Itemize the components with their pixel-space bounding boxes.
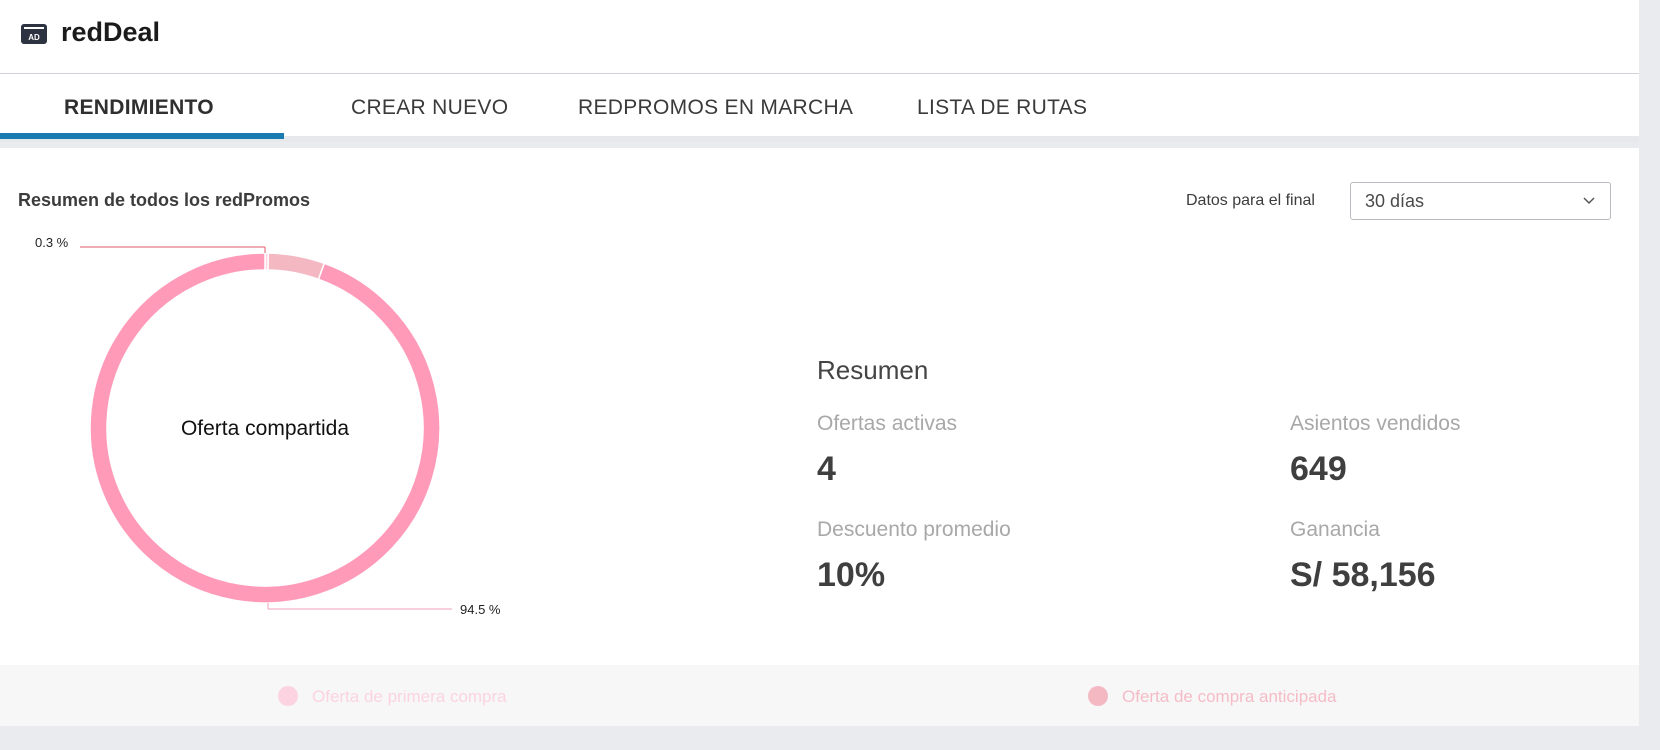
- summary-title: Resumen: [817, 355, 929, 385]
- stat-label-ofertas-activas: Ofertas activas: [817, 412, 958, 435]
- tab-lista-de-rutas[interactable]: LISTA DE RUTAS: [917, 96, 1087, 120]
- donut-chart: 0.3 % 94.5 % Oferta compartida: [35, 235, 501, 617]
- chevron-down-icon: [1583, 197, 1595, 205]
- stat-value-asientos-vendidos: 649: [1290, 450, 1347, 488]
- stat-value-ofertas-activas: 4: [817, 450, 836, 488]
- slice-oferta-de-compra-anticipada: [267, 252, 326, 281]
- slice-label-primera-compra: 0.3 %: [35, 235, 69, 250]
- app-title: redDeal: [61, 17, 161, 47]
- stat-value-descuento-promedio: 10%: [817, 556, 886, 594]
- tab-bar: RENDIMIENTO CREAR NUEVO REDPROMOS EN MAR…: [0, 74, 1639, 142]
- range-dropdown[interactable]: 30 días: [1350, 182, 1611, 220]
- legend-label: Oferta de compra anticipada: [1122, 687, 1337, 706]
- performance-panel: Resumen de todos los redPromos Datos par…: [0, 148, 1639, 726]
- legend-dot: [278, 686, 298, 706]
- range-label: Datos para el final: [1186, 192, 1315, 209]
- tab-redpromos-en-marcha[interactable]: REDPROMOS EN MARCHA: [578, 96, 853, 120]
- active-tab-indicator: [0, 133, 284, 139]
- donut-center-label: Oferta compartida: [181, 417, 349, 440]
- stat-label-asientos-vendidos: Asientos vendidos: [1290, 412, 1461, 435]
- logo-text: AD: [28, 33, 40, 42]
- range-selected-value: 30 días: [1365, 191, 1425, 211]
- stat-label-descuento-promedio: Descuento promedio: [817, 518, 1011, 541]
- stat-label-ganancia: Ganancia: [1290, 518, 1380, 541]
- slice-label-compartida: 94.5 %: [460, 602, 501, 617]
- tab-rendimiento[interactable]: RENDIMIENTO: [64, 96, 214, 120]
- stat-value-ganancia: S/ 58,156: [1290, 556, 1436, 594]
- legend-label: Oferta de primera compra: [312, 687, 507, 706]
- ad-window-icon: AD: [21, 24, 47, 44]
- app-header: AD redDeal: [0, 0, 1639, 74]
- section-title: Resumen de todos los redPromos: [18, 190, 311, 210]
- legend-dot: [1088, 686, 1108, 706]
- tab-crear-nuevo[interactable]: CREAR NUEVO: [351, 96, 508, 120]
- chart-legend: Oferta de primera compra Oferta de compr…: [0, 665, 1639, 726]
